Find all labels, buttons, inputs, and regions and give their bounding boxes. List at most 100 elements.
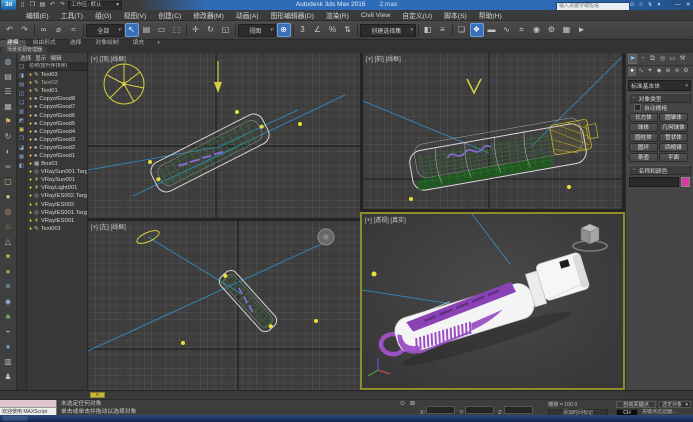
object-type-rollout[interactable]: − 对象类型 (628, 93, 691, 103)
left-toolbar-icon[interactable]: △ (2, 234, 15, 249)
left-toolbar-icon[interactable]: ⌁ (2, 324, 15, 339)
scene-object-row[interactable]: ● ◎ VRayIES002.Target (27, 192, 87, 200)
left-toolbar-icon[interactable]: ● (2, 264, 15, 279)
quick-access-icon[interactable]: ↶ (48, 1, 57, 9)
select-rotate-icon[interactable]: ↻ (204, 23, 218, 37)
tab-motion[interactable]: ◎ (658, 54, 667, 64)
quick-access-icon[interactable]: ▯ (18, 1, 27, 9)
left-toolbar-icon[interactable]: ▤ (2, 69, 15, 84)
unlink-icon[interactable]: ⌀ (52, 23, 66, 37)
explorer-filter-icon[interactable]: ◪ (19, 144, 24, 153)
primitive-button[interactable]: 圆锥体 (659, 113, 688, 122)
select-link-icon[interactable]: ∞ (37, 23, 51, 37)
tab-create[interactable]: ➤ (628, 54, 637, 64)
scene-object-row[interactable]: ● ● CopyofGood3 (27, 136, 87, 144)
object-color-swatch[interactable] (681, 177, 690, 187)
left-toolbar-icon[interactable]: ⚑ (2, 114, 15, 129)
render-setup-icon[interactable]: ⚙ (545, 23, 559, 37)
scene-object-row[interactable]: ● ✎ Text001 (27, 225, 87, 233)
left-toolbar-icon[interactable]: ◐ (2, 144, 15, 159)
scene-object-row[interactable]: ● ☀ VRayLight001 (27, 184, 87, 192)
viewport-perspective[interactable]: [+] [透视] [真实] (360, 212, 625, 390)
explorer-filter-icon[interactable]: ❑ (19, 63, 24, 72)
menu-item[interactable]: 帮助(H) (473, 10, 508, 20)
bind-spacewarp-icon[interactable]: ≈ (67, 23, 81, 37)
left-toolbar-icon[interactable]: ◍ (2, 54, 15, 69)
spinner-snap-icon[interactable]: ⇅ (341, 23, 355, 37)
category-lights[interactable]: ✦ (646, 67, 654, 76)
tab-hierarchy[interactable]: ⧉ (648, 54, 657, 64)
category-cameras[interactable]: ◆ (655, 67, 663, 76)
quick-access-icon[interactable]: ↷ (58, 1, 67, 9)
menu-item[interactable]: 组(G) (89, 10, 118, 20)
menu-item[interactable]: 创建(C) (152, 10, 187, 20)
use-pivot-center-icon[interactable]: ⊕ (277, 23, 291, 37)
explorer-menu-item[interactable]: 选择 (20, 54, 31, 62)
left-toolbar-icon[interactable]: ✶ (2, 249, 15, 264)
scene-object-row[interactable]: ● ● CopyofGood7 (27, 103, 87, 111)
snap-toggle-3d-icon[interactable]: 3 (296, 23, 310, 37)
scene-object-row[interactable]: ● ● CopyofGood8 (27, 95, 87, 103)
curve-editor-icon[interactable]: ∿ (500, 23, 514, 37)
primitive-button[interactable]: 长方体 (629, 113, 658, 122)
selected-objects-dropdown[interactable]: 选定对象 ▾ (659, 401, 691, 408)
undo-icon[interactable]: ↶ (3, 23, 17, 37)
redo-icon[interactable]: ↷ (18, 23, 32, 37)
menu-item[interactable]: 脚本(S) (438, 10, 473, 20)
category-systems[interactable]: ⚙ (682, 67, 690, 76)
menu-item[interactable]: 图形编辑器(D) (265, 10, 320, 20)
category-helpers[interactable]: ⊕ (664, 67, 672, 76)
select-by-name-icon[interactable]: ▤ (140, 23, 154, 37)
scene-object-row[interactable]: ● ◎ VRaySun001.Target (27, 168, 87, 176)
visibility-bulb-icon[interactable]: ● (29, 144, 32, 152)
visibility-bulb-icon[interactable]: ● (29, 201, 32, 209)
viewport-top[interactable]: [+] [顶] [线框] (88, 53, 360, 218)
explorer-filter-icon[interactable]: ▦ (19, 153, 24, 162)
visibility-bulb-icon[interactable]: ● (29, 87, 32, 95)
primitive-button[interactable]: 圆环 (629, 143, 658, 152)
scene-object-row[interactable]: ● ● CopyofGood1 (27, 152, 87, 160)
timeline[interactable]: 0 05101520253035404550556065707580859095… (88, 390, 625, 399)
rendered-frame-icon[interactable]: ▦ (560, 23, 574, 37)
material-editor-icon[interactable]: ◉ (530, 23, 544, 37)
auto-key-button[interactable]: 自动关键点 (616, 401, 656, 408)
left-toolbar-icon[interactable]: ● (2, 339, 15, 354)
ribbon-tab[interactable]: 自由形式 (26, 40, 63, 47)
viewport-label[interactable]: [+] [左] [线框] (91, 222, 126, 231)
window-button[interactable]: — (674, 1, 682, 9)
isolate-selection-icon[interactable]: ⊙ (398, 401, 407, 408)
menu-item[interactable]: 视图(V) (118, 10, 153, 20)
explorer-filter-icon[interactable]: ▤ (19, 81, 24, 90)
search-side-icon[interactable]: ☆ (637, 1, 645, 9)
explorer-filter-icon[interactable]: ◫ (19, 90, 24, 99)
viewport-left[interactable]: [+] [左] [线框] (88, 221, 360, 390)
explorer-filter-icon[interactable]: ◩ (19, 117, 24, 126)
left-toolbar-icon[interactable]: ☰ (2, 84, 15, 99)
ribbon-expand-icon[interactable]: ▾ (157, 40, 160, 47)
visibility-bulb-icon[interactable]: ● (29, 160, 32, 168)
quick-access-icon[interactable]: ▤ (38, 1, 47, 9)
category-shapes[interactable]: ∿ (637, 67, 645, 76)
scene-object-row[interactable]: ● ● CopyofGood2 (27, 144, 87, 152)
left-toolbar-icon[interactable]: ∞ (2, 159, 15, 174)
coordinate-field[interactable] (465, 406, 494, 414)
scene-object-row[interactable]: ● ● CopyofGood6 (27, 111, 87, 119)
rect-selection-region-icon[interactable]: ▭ (155, 23, 169, 37)
primitive-button[interactable]: 四棱锥 (659, 143, 688, 152)
sort-header[interactable]: 名称(按升序排序) (27, 63, 87, 71)
left-toolbar-icon[interactable]: ● (2, 189, 15, 204)
time-slider[interactable]: 0 (90, 392, 105, 398)
visibility-bulb-icon[interactable]: ● (29, 112, 32, 120)
visibility-bulb-icon[interactable]: ● (29, 184, 32, 192)
ribbon-tab[interactable]: 建模 (0, 40, 26, 47)
scene-object-row[interactable]: ● ☀ VRayIES001 (27, 217, 87, 225)
visibility-bulb-icon[interactable]: ● (29, 71, 32, 79)
visibility-bulb-icon[interactable]: ● (29, 128, 32, 136)
left-toolbar-icon[interactable]: ▦ (2, 99, 15, 114)
macro-recorder-line[interactable] (0, 400, 57, 408)
viewport-label[interactable]: [+] [前] [线框] (366, 54, 401, 63)
render-production-icon[interactable]: ► (575, 23, 589, 37)
scene-object-row[interactable]: ● ▦ Box01 (27, 160, 87, 168)
select-object-icon[interactable]: ↖ (125, 23, 139, 37)
explorer-filter-icon[interactable]: ▣ (19, 126, 24, 135)
